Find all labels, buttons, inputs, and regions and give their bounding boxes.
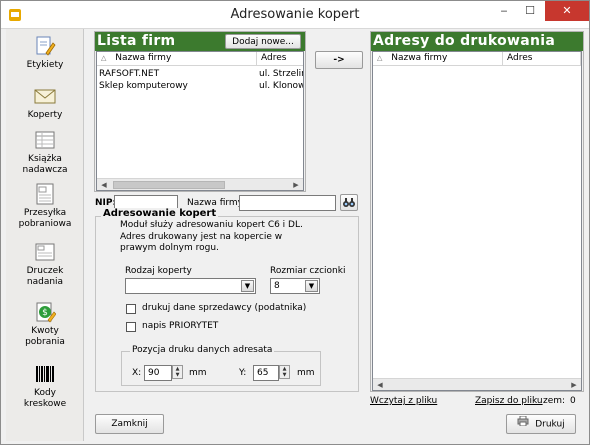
chevron-down-icon[interactable]: ▼ <box>305 280 318 292</box>
cell-company-name: Sklep komputerowy <box>99 81 188 91</box>
sidebar-label-kody-kreskowe: Kody kreskowe <box>23 388 67 409</box>
printer-icon <box>517 415 529 433</box>
maximize-button[interactable]: ☐ <box>517 1 543 21</box>
sidebar-label-kwoty-pobrania: Kwoty pobrania <box>25 326 65 347</box>
sort-indicator-icon: △ <box>101 54 107 62</box>
priority-label: napis PRIORYTET <box>142 321 219 331</box>
print-seller-checkbox[interactable] <box>126 304 136 314</box>
sidebar-item-przesylka-pobraniowa[interactable]: Przesyłka pobraniowa <box>6 183 84 230</box>
module-sidebar: Etykiety Koperty Książka nadawcza Przesy… <box>6 29 84 441</box>
print-button-label: Drukuj <box>535 419 565 430</box>
cell-address: ul. Klonowa 2 <box>259 81 303 91</box>
column-header-address[interactable]: Adres <box>257 52 303 66</box>
column-label-address: Adres <box>507 53 533 63</box>
chevron-down-icon[interactable]: ▼ <box>241 280 254 292</box>
column-header-company-name[interactable]: △ Nazwa firmy <box>97 52 257 66</box>
cell-company-name: RAFSOFT.NET <box>99 69 160 79</box>
companies-panel: Lista firm Dodaj nowe... △ Nazwa firmy A… <box>94 31 306 192</box>
spin-down-icon[interactable]: ▼ <box>280 372 289 378</box>
company-name-search-input[interactable] <box>239 195 336 211</box>
sidebar-label-ksiazka-nadawcza: Książka nadawcza <box>22 154 68 175</box>
envelope-icon <box>34 85 56 107</box>
title-bar: Adresowanie kopert ‒ ☐ ✕ <box>1 1 589 29</box>
companies-horizontal-scrollbar[interactable]: ◀ ▶ <box>97 178 303 190</box>
label-pencil-icon <box>34 35 56 57</box>
column-header-company-name[interactable]: △ Nazwa firmy <box>373 52 503 66</box>
close-button[interactable]: Zamknij <box>95 414 164 434</box>
column-label-company-name: Nazwa firmy <box>115 53 172 63</box>
font-size-select[interactable]: 8 ▼ <box>270 278 320 294</box>
total-label: zem: <box>543 396 566 406</box>
print-list[interactable]: △ Nazwa firmy Adres ◀ ▶ <box>372 51 582 391</box>
scroll-right-icon[interactable]: ▶ <box>289 179 303 190</box>
ledger-book-icon <box>34 129 56 151</box>
y-position-value: 65 <box>257 368 269 378</box>
column-label-address: Adres <box>261 53 287 63</box>
sort-indicator-icon: △ <box>377 54 383 62</box>
search-button[interactable] <box>340 194 358 211</box>
x-label: X: <box>132 368 142 378</box>
app-window: Adresowanie kopert ‒ ☐ ✕ Etykiety Kopert… <box>0 0 590 445</box>
sidebar-item-koperty[interactable]: Koperty <box>6 85 84 121</box>
sidebar-item-ksiazka-nadawcza[interactable]: Książka nadawcza <box>6 129 84 176</box>
x-position-value: 90 <box>148 368 160 378</box>
binoculars-icon <box>343 198 355 211</box>
y-unit: mm <box>297 368 315 378</box>
total-value: 0 <box>570 396 576 406</box>
sidebar-label-przesylka-pobraniowa: Przesyłka pobraniowa <box>18 208 72 229</box>
minimize-button[interactable]: ‒ <box>491 1 517 21</box>
save-to-file-link[interactable]: Zapisz do pliku <box>475 396 543 406</box>
companies-list[interactable]: △ Nazwa firmy Adres RAFSOFT.NET ul. Strz… <box>96 51 304 191</box>
svg-text:$: $ <box>42 308 48 318</box>
spin-down-icon[interactable]: ▼ <box>173 372 182 378</box>
sidebar-label-etykiety: Etykiety <box>26 60 64 70</box>
table-row[interactable]: Sklep komputerowy ul. Klonowa 2 <box>98 80 303 92</box>
sidebar-item-etykiety[interactable]: Etykiety <box>6 35 84 71</box>
module-description: Moduł służy adresowaniu kopert C6 i DL. … <box>120 220 303 253</box>
print-list-header: Adresy do drukowania <box>371 32 583 51</box>
print-list-panel: Adresy do drukowania △ Nazwa firmy Adres… <box>370 31 584 392</box>
companies-header-title: Lista firm <box>97 33 176 49</box>
parcel-form-icon <box>34 183 56 205</box>
font-size-value: 8 <box>274 281 280 291</box>
position-group-title: Pozycja druku danych adresata <box>130 345 275 355</box>
cell-address: ul. Strzelińska <box>259 69 303 79</box>
scroll-right-icon[interactable]: ▶ <box>567 379 581 390</box>
sidebar-item-kody-kreskowe[interactable]: Kody kreskowe <box>6 363 84 410</box>
company-name-search-label: Nazwa firmy: <box>187 198 246 208</box>
x-unit: mm <box>189 368 207 378</box>
column-header-address[interactable]: Adres <box>503 52 581 66</box>
font-size-label: Rozmiar czcionki <box>270 266 346 276</box>
priority-checkbox[interactable] <box>126 322 136 332</box>
sidebar-label-koperty: Koperty <box>27 110 63 120</box>
envelope-type-label: Rodzaj koperty <box>125 266 192 276</box>
x-position-stepper[interactable]: ▲ ▼ <box>172 365 183 379</box>
y-label: Y: <box>239 368 247 378</box>
print-seller-label: drukuj dane sprzedawcy (podatnika) <box>142 303 307 313</box>
x-position-input[interactable]: 90 <box>144 365 172 381</box>
print-list-header-title: Adresy do drukowania <box>373 33 556 49</box>
posting-slip-icon <box>34 241 56 263</box>
nip-label: NIP: <box>95 198 117 208</box>
add-company-button[interactable]: Dodaj nowe... <box>225 34 301 49</box>
barcode-icon <box>34 363 56 385</box>
scroll-left-icon[interactable]: ◀ <box>373 379 387 390</box>
column-label-company-name: Nazwa firmy <box>391 53 448 63</box>
sidebar-item-kwoty-pobrania[interactable]: $ Kwoty pobrania <box>6 301 84 348</box>
envelope-type-select[interactable]: ▼ <box>125 278 256 294</box>
add-to-print-list-button[interactable]: -> <box>315 51 363 69</box>
envelope-group-title: Adresowanie kopert <box>101 208 219 219</box>
print-button[interactable]: Drukuj <box>506 414 576 434</box>
scroll-left-icon[interactable]: ◀ <box>97 179 111 190</box>
y-position-input[interactable]: 65 <box>253 365 279 381</box>
scrollbar-thumb[interactable] <box>113 181 225 189</box>
y-position-stepper[interactable]: ▲ ▼ <box>279 365 290 379</box>
table-row[interactable]: RAFSOFT.NET ul. Strzelińska <box>98 68 303 80</box>
load-from-file-link[interactable]: Wczytaj z pliku <box>370 396 437 406</box>
close-window-button[interactable]: ✕ <box>545 1 589 21</box>
sidebar-label-druczek-nadania: Druczek nadania <box>26 266 64 287</box>
money-document-icon: $ <box>34 301 57 323</box>
print-list-horizontal-scrollbar[interactable]: ◀ ▶ <box>373 378 581 390</box>
sidebar-item-druczek-nadania[interactable]: Druczek nadania <box>6 241 84 288</box>
